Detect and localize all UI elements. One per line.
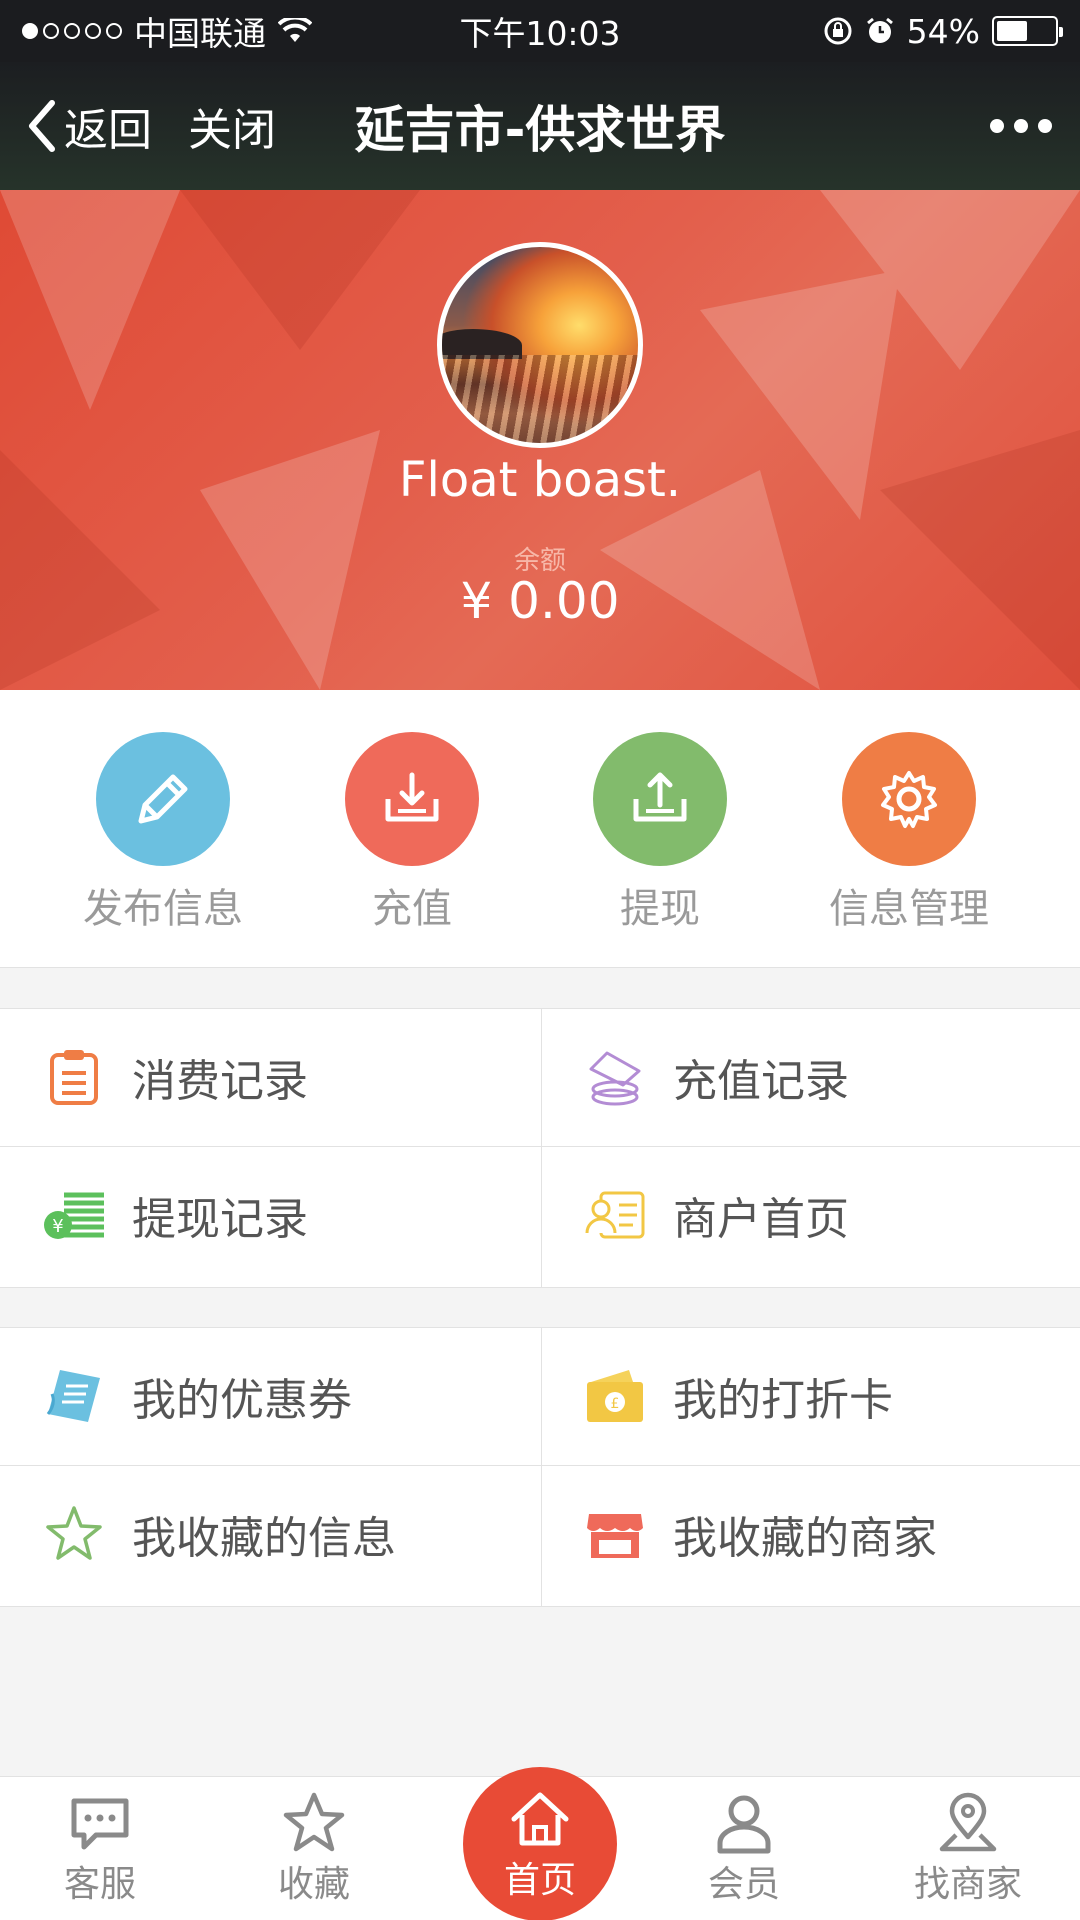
- records-menu: 消费记录 充值记录 ¥ 提现记录 商户首页: [0, 1008, 1080, 1288]
- upload-icon: [633, 772, 687, 822]
- alarm-icon: [866, 17, 893, 43]
- carrier-name: 中国联通: [134, 14, 266, 53]
- action-circle: [96, 732, 230, 866]
- quick-actions: 发布信息 充值 提现 信息管理: [0, 690, 1080, 968]
- nav-bar: 返回 关闭 延吉市-供求世界: [0, 62, 1080, 190]
- clock: 下午10:03: [459, 14, 621, 53]
- pencil-icon: [138, 774, 188, 824]
- svg-text:¥: ¥: [52, 1216, 63, 1237]
- page-title: 延吉市-供求世界: [354, 101, 726, 159]
- tab-label: 收藏: [277, 1864, 350, 1905]
- wallet-icon: £: [587, 1370, 643, 1422]
- wifi-icon: [278, 18, 312, 42]
- avatar[interactable]: [437, 242, 643, 448]
- my-discount-card-item[interactable]: £ 我的打折卡: [541, 1328, 1080, 1464]
- merchant-home-item[interactable]: 商户首页: [541, 1147, 1080, 1283]
- action-circle: [593, 732, 727, 866]
- tab-member[interactable]: 会员: [654, 1791, 834, 1907]
- back-label: 返回: [64, 105, 152, 156]
- favorite-merchants-item[interactable]: 我收藏的商家: [541, 1466, 1080, 1602]
- withdraw-records-item[interactable]: ¥ 提现记录: [0, 1147, 540, 1283]
- favorite-info-item[interactable]: 我收藏的信息: [0, 1466, 540, 1602]
- tab-customer-service[interactable]: 客服: [10, 1791, 190, 1907]
- my-coupons-item[interactable]: 我的优惠券: [0, 1328, 540, 1464]
- chevron-left-icon: [29, 100, 55, 152]
- coupon-icon: [46, 1370, 100, 1422]
- recharge-button[interactable]: 充值: [312, 732, 512, 934]
- action-circle: [345, 732, 479, 866]
- tab-label: 客服: [63, 1864, 136, 1905]
- info-management-button[interactable]: 信息管理: [809, 732, 1009, 934]
- tab-bar: 客服 收藏 首页 会员 找商家: [0, 1767, 1080, 1920]
- store-icon: [587, 1514, 643, 1558]
- menu-item-label: 充值记录: [673, 1056, 849, 1107]
- recharge-records-item[interactable]: 充值记录: [541, 1009, 1080, 1145]
- download-icon: [385, 772, 439, 822]
- tab-favorites[interactable]: 收藏: [224, 1791, 404, 1907]
- action-label: 发布信息: [83, 886, 243, 932]
- menu-item-label: 提现记录: [132, 1194, 308, 1245]
- signal-strength-icon: [22, 23, 122, 39]
- menu-item-label: 消费记录: [132, 1056, 308, 1107]
- tab-label: 会员: [707, 1864, 780, 1905]
- battery-icon: [992, 16, 1063, 46]
- chat-icon: [71, 1798, 129, 1850]
- home-icon: [511, 1792, 569, 1846]
- action-label: 信息管理: [829, 886, 989, 932]
- rotation-lock-icon: [824, 17, 852, 45]
- menu-item-label: 我的打折卡: [673, 1375, 893, 1426]
- more-options-icon[interactable]: [990, 119, 1052, 133]
- menu-item-label: 我收藏的商家: [673, 1513, 937, 1564]
- tab-label: 找商家: [913, 1864, 1022, 1905]
- menu-item-label: 我的优惠券: [132, 1375, 352, 1426]
- clipboard-icon: [50, 1050, 98, 1105]
- user-icon: [717, 1795, 771, 1854]
- menu-item-label: 我收藏的信息: [132, 1513, 396, 1564]
- back-button[interactable]: 返回: [24, 94, 152, 158]
- location-icon: [939, 1792, 997, 1852]
- action-circle: [842, 732, 976, 866]
- gear-icon: [881, 771, 937, 828]
- coins-icon: [589, 1051, 641, 1106]
- favorites-menu: 我的优惠券 £ 我的打折卡 我收藏的信息 我收藏的商家: [0, 1327, 1080, 1607]
- publish-info-button[interactable]: 发布信息: [63, 732, 263, 934]
- withdraw-button[interactable]: 提现: [560, 732, 760, 934]
- action-label: 提现: [620, 886, 700, 932]
- star-icon: [46, 1506, 102, 1560]
- action-label: 充值: [372, 886, 452, 932]
- consumption-records-item[interactable]: 消费记录: [0, 1009, 540, 1145]
- tab-home[interactable]: 首页: [463, 1767, 617, 1920]
- tab-label: 首页: [503, 1860, 576, 1901]
- status-bar: 中国联通 下午10:03 54%: [0, 0, 1080, 62]
- battery-percent: 54%: [906, 11, 980, 51]
- profile-header: Float boast. 余额 ¥ 0.00: [0, 190, 1080, 690]
- close-button[interactable]: 关闭: [188, 94, 276, 158]
- svg-text:£: £: [611, 1396, 620, 1412]
- cash-icon: ¥: [44, 1192, 104, 1239]
- tab-find-merchants[interactable]: 找商家: [878, 1791, 1058, 1907]
- id-card-icon: [585, 1191, 645, 1239]
- menu-item-label: 商户首页: [673, 1194, 849, 1245]
- username: Float boast.: [398, 452, 682, 508]
- balance-value: ¥ 0.00: [460, 572, 620, 630]
- star-icon: [283, 1792, 345, 1852]
